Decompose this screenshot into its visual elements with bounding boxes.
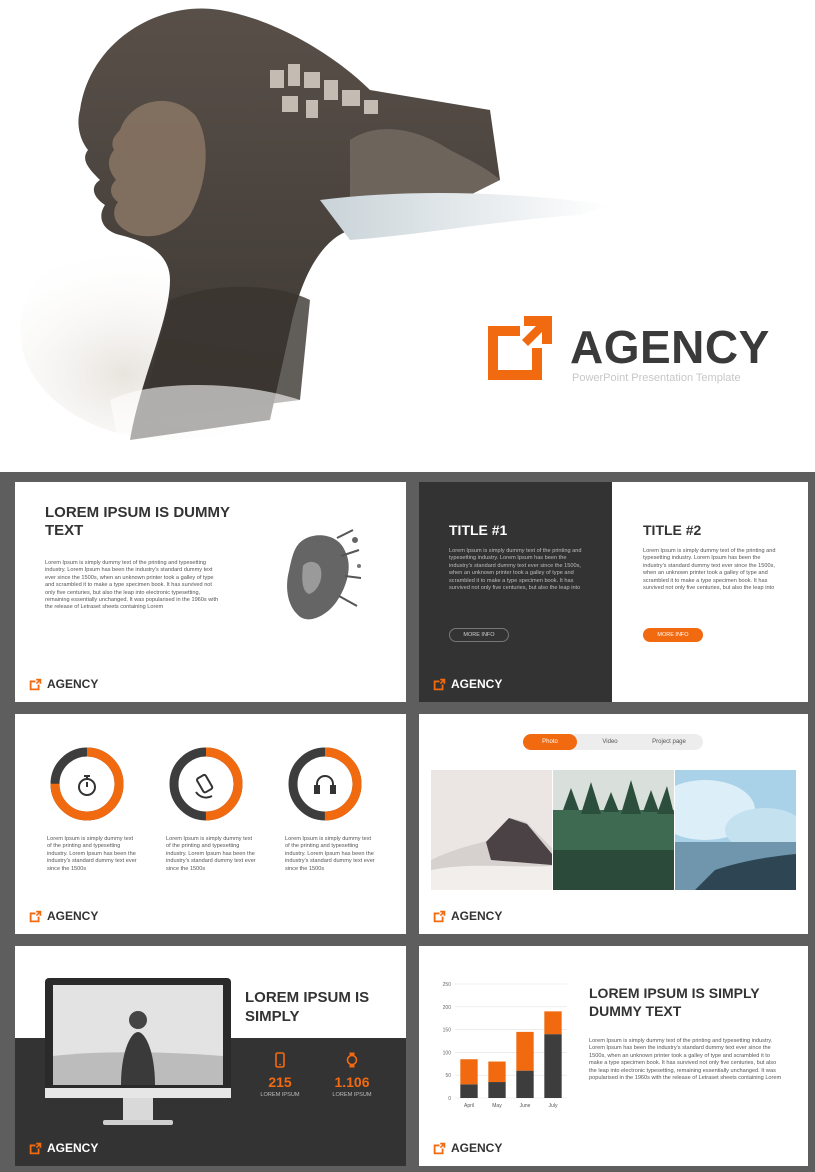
footer-brand: AGENCY bbox=[433, 676, 502, 692]
slide-2[interactable]: TITLE #1 Lorem Ipsum is simply dummy tex… bbox=[419, 482, 808, 702]
more-info-button-2[interactable]: MORE INFO bbox=[643, 628, 703, 642]
y-tick-label: 100 bbox=[443, 1050, 452, 1056]
ink-portrait-image bbox=[287, 529, 362, 620]
agency-logo-icon bbox=[433, 678, 446, 690]
x-tick-label: July bbox=[549, 1103, 558, 1109]
footer-brand: AGENCY bbox=[433, 908, 502, 924]
footer-brand-name: AGENCY bbox=[47, 677, 99, 691]
progress-ring bbox=[169, 747, 243, 821]
brand-subtitle: PowerPoint Presentation Template bbox=[572, 372, 741, 384]
footer-brand: AGENCY bbox=[29, 1140, 98, 1156]
bar-segment bbox=[488, 1082, 506, 1098]
slide-title: LOREM IPSUM IS DUMMY TEXT bbox=[45, 504, 230, 539]
monitor-mockup bbox=[45, 978, 231, 1125]
footer-brand: AGENCY bbox=[29, 676, 98, 692]
title-1-body: Lorem Ipsum is simply dummy text of the … bbox=[449, 548, 582, 592]
bar-segment bbox=[460, 1059, 478, 1085]
bar-segment bbox=[516, 1070, 534, 1098]
agency-logo-icon bbox=[433, 1142, 446, 1154]
slide-title: LOREM IPSUM IS SIMPLY DUMMY TEXT bbox=[589, 985, 760, 1019]
gallery-tabs: Photo Video Project page bbox=[523, 734, 703, 750]
title-1: TITLE #1 bbox=[449, 522, 508, 538]
stacked-bar-chart: 0 50 100 150 200 250 April May June July bbox=[443, 982, 567, 1109]
y-tick-label: 150 bbox=[443, 1028, 452, 1034]
bar-segment bbox=[460, 1084, 478, 1098]
footer-brand-name: AGENCY bbox=[47, 1141, 99, 1155]
bar-segment bbox=[544, 1011, 562, 1035]
tab-video[interactable]: Video bbox=[587, 734, 633, 750]
y-tick-label: 0 bbox=[448, 1096, 451, 1102]
bar-segment bbox=[544, 1034, 562, 1098]
stat-label: LOREM IPSUM bbox=[332, 1092, 372, 1098]
title-2-body: Lorem Ipsum is simply dummy text of the … bbox=[643, 548, 776, 592]
more-info-button-1[interactable]: MORE INFO bbox=[449, 628, 509, 642]
brand-name: AGENCY bbox=[570, 321, 770, 373]
footer-brand-name: AGENCY bbox=[451, 677, 503, 691]
stat-item: 215 LOREM IPSUM bbox=[245, 1052, 315, 1098]
feature-text: Lorem Ipsum is simply dummy text of the … bbox=[166, 836, 256, 872]
tab-project-page[interactable]: Project page bbox=[639, 734, 699, 750]
title-2: TITLE #2 bbox=[643, 522, 702, 538]
footer-brand-name: AGENCY bbox=[451, 909, 503, 923]
slide-title: LOREM IPSUM IS SIMPLY bbox=[245, 989, 370, 1025]
feature-text: Lorem Ipsum is simply dummy text of the … bbox=[47, 836, 137, 872]
slide-6[interactable]: 0 50 100 150 200 250 April May June July LOREM IP… bbox=[419, 946, 808, 1166]
slide-3[interactable]: Lorem Ipsum is simply dummy text of the … bbox=[15, 714, 406, 934]
y-tick-label: 200 bbox=[443, 1005, 452, 1011]
stat-value: 215 bbox=[268, 1074, 292, 1090]
footer-brand: AGENCY bbox=[433, 1140, 502, 1156]
x-tick-label: April bbox=[464, 1103, 474, 1109]
bar-segment bbox=[516, 1031, 534, 1071]
hero-banner: AGENCY PowerPoint Presentation Template bbox=[0, 0, 815, 470]
slide-body-text: Lorem Ipsum is simply dummy text of the … bbox=[45, 560, 219, 611]
x-tick-label: June bbox=[520, 1103, 531, 1109]
x-tick-label: May bbox=[492, 1103, 502, 1109]
footer-brand-name: AGENCY bbox=[451, 1141, 503, 1155]
progress-ring bbox=[288, 747, 362, 821]
agency-logo-icon bbox=[29, 910, 42, 922]
bar-segment bbox=[488, 1061, 506, 1083]
headphones-icon bbox=[314, 775, 336, 794]
feature-text: Lorem Ipsum is simply dummy text of the … bbox=[285, 836, 375, 872]
hero-brand: AGENCY PowerPoint Presentation Template bbox=[484, 312, 784, 392]
stat-label: LOREM IPSUM bbox=[260, 1092, 300, 1098]
slide-body-text: Lorem Ipsum is simply dummy text of the … bbox=[589, 1038, 782, 1082]
phone-rotate-icon bbox=[195, 773, 214, 799]
mountain-fog-photo[interactable] bbox=[431, 770, 552, 890]
slide-grid: LOREM IPSUM IS DUMMY TEXT Lorem Ipsum is… bbox=[0, 472, 815, 1172]
agency-logo-icon bbox=[29, 1142, 42, 1154]
agency-logo-icon bbox=[433, 910, 446, 922]
slide-4[interactable]: Photo Video Project page AGENCY bbox=[419, 714, 808, 934]
footer-brand: AGENCY bbox=[29, 908, 98, 924]
stat-value: 1.106 bbox=[334, 1074, 370, 1090]
y-tick-label: 50 bbox=[445, 1073, 451, 1079]
tab-photo[interactable]: Photo bbox=[523, 734, 577, 750]
watch-icon bbox=[346, 1052, 358, 1068]
y-tick-label: 250 bbox=[443, 982, 452, 988]
forest-photo[interactable] bbox=[553, 770, 674, 890]
agency-logo-icon bbox=[488, 316, 552, 380]
footer-brand-name: AGENCY bbox=[47, 909, 99, 923]
stopwatch-icon bbox=[78, 775, 96, 796]
smartphone-icon bbox=[275, 1052, 285, 1068]
stat-item: 1.106 LOREM IPSUM bbox=[317, 1052, 387, 1098]
slide-5[interactable]: LOREM IPSUM IS SIMPLY 215 LOREM IPSUM 1.… bbox=[15, 946, 406, 1166]
sea-cliff-photo[interactable] bbox=[675, 770, 796, 890]
slide-1[interactable]: LOREM IPSUM IS DUMMY TEXT Lorem Ipsum is… bbox=[15, 482, 406, 702]
progress-ring bbox=[50, 747, 124, 821]
agency-logo-icon bbox=[29, 678, 42, 690]
